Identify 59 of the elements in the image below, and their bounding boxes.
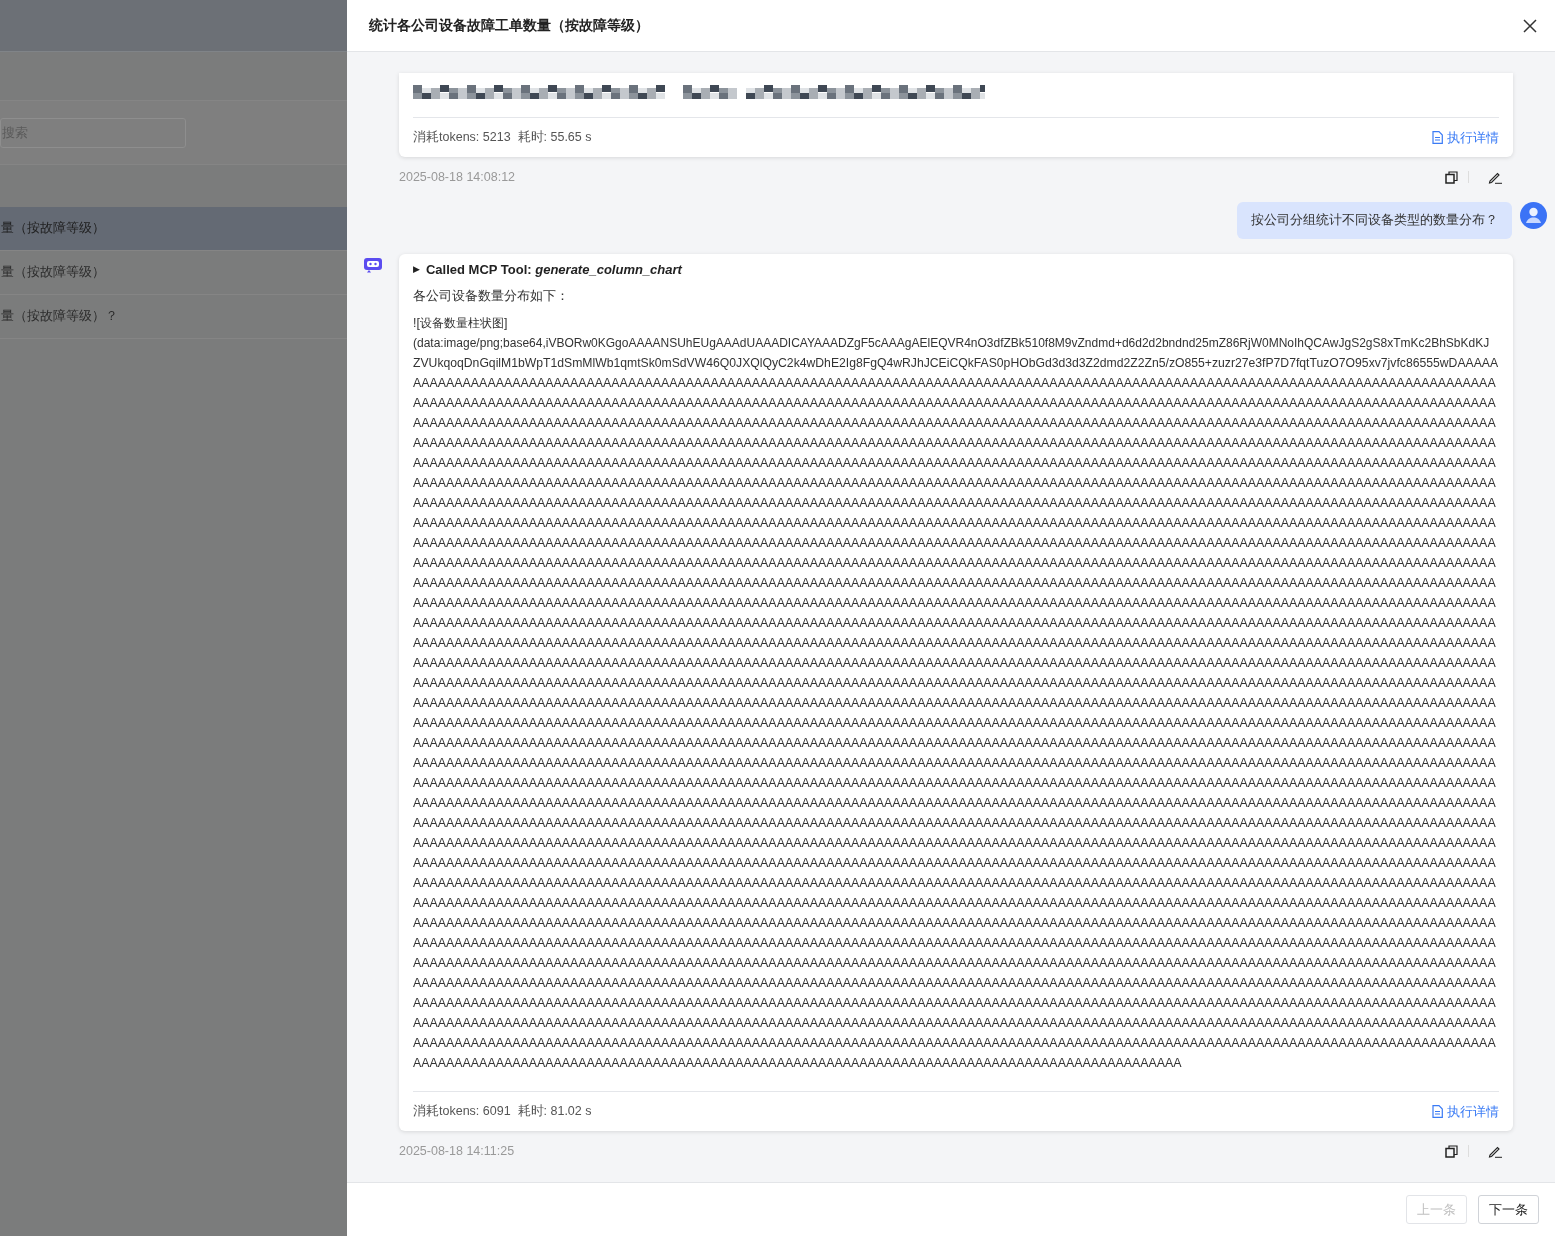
- message-text: AAAAAAAAAAAAAAAAAAAAAAAAAAAAAAAAAAAAAAAAAAAAAAAAAAAAAAAAAAAAAAAAAAAAAAAAAAAAAAAAAAAAAAAAAAAAAAAAAAAAAAAAAAAAAAAAAAAAAAAAAAAAAAAAAAA: [413, 795, 1497, 812]
- message-text: AAAAAAAAAAAAAAAAAAAAAAAAAAAAAAAAAAAAAAAAAAAAAAAAAAAAAAAAAAAAAAAAAAAAAAAAAAAAAAAAAAAAAAAAAAAAAAAAAAAAAAAAAAAAAAAAAAAAAAAAAAAAAAAAAAA: [413, 755, 1497, 772]
- edit-icon[interactable]: [1487, 170, 1503, 184]
- message-text: AAAAAAAAAAAAAAAAAAAAAAAAAAAAAAAAAAAAAAAAAAAAAAAAAAAAAAAAAAAAAAAAAAAAAAAAAAAAAAAAAAAAAAAAAAAAAAAAAAAAAAAAAAAAAAAAAAAAAAAAAAAAAAAAAAA: [413, 915, 1497, 932]
- usage-stats: 消耗tokens: 5213 耗时: 55.65 s: [413, 129, 592, 147]
- copy-icon[interactable]: [1445, 1144, 1458, 1158]
- document-icon: [1432, 131, 1443, 144]
- message-text: AAAAAAAAAAAAAAAAAAAAAAAAAAAAAAAAAAAAAAAAAAAAAAAAAAAAAAAAAAAAAAAAAAAAAAAAAAAAAAAAAAAAAAAAAAAAAAAAAAAAAAAAAAAAAAAAAAAAAAAAAAAAAAAAAAA: [413, 375, 1497, 392]
- message-text: AAAAAAAAAAAAAAAAAAAAAAAAAAAAAAAAAAAAAAAAAAAAAAAAAAAAAAAAAAAAAAAAAAAAAAAAAAAAAAAAAAAAAAAAAAAAAAAAAAAAAAAAAAAAAAAAAAAAAAAAAAAAAAAAAAA: [413, 595, 1497, 612]
- avatar-icon: [1520, 202, 1547, 229]
- message-text: AAAAAAAAAAAAAAAAAAAAAAAAAAAAAAAAAAAAAAAAAAAAAAAAAAAAAAAAAAAAAAAAAAAAAAAAAAAAAAAAAAAAAAAAAAAAAAAAAAAAAAAAAAAAAAAAAAAAAAAAAAAAAAAAAAA: [413, 715, 1497, 732]
- message-text: AAAAAAAAAAAAAAAAAAAAAAAAAAAAAAAAAAAAAAAAAAAAAAAAAAAAAAAAAAAAAAAAAAAAAAAAAAAAAAAAAAAAAAAAAAAAAAAAAAAAAAAAAAAAAAAAAAAAAAAAAAAAAAAAAAA: [413, 675, 1497, 692]
- message-text: AAAAAAAAAAAAAAAAAAAAAAAAAAAAAAAAAAAAAAAAAAAAAAAAAAAAAAAAAAAAAAAAAAAAAAAAAAAAAAAAAAAAAAAAAAAAAAAAAAAAAAAAAAAAAAAAAAAAAAAAAAAAAAAAAAA: [413, 615, 1497, 632]
- message-text: AAAAAAAAAAAAAAAAAAAAAAAAAAAAAAAAAAAAAAAAAAAAAAAAAAAAAAAAAAAAAAAAAAAAAAAAAAAAAAAAAAAAAAAAAAAAAAAAAAAAAAAAAAAAAAAAAAAAAAAAAAAAAAAAAAA: [413, 835, 1497, 852]
- message-text: AAAAAAAAAAAAAAAAAAAAAAAAAAAAAAAAAAAAAAAAAAAAAAAAAAAAAAAAAAAAAAAAAAAAAAAAAAAAAAAAAAAAAAAAAAAAAAAAAAAAAAAAAAAAAAAAAAAAAAAAAAAAAAAAAAA: [413, 1035, 1497, 1052]
- message-text: ![设备数量柱状图]: [413, 315, 509, 332]
- timestamp: 2025-08-18 14:08:12: [399, 168, 516, 186]
- message-text: AAAAAAAAAAAAAAAAAAAAAAAAAAAAAAAAAAAAAAAAAAAAAAAAAAAAAAAAAAAAAAAAAAAAAAAAAAAAAAAAAAAAAAAAAAAAAAAAAAAAAAAAAAAAAAAAAAAAAAAAAAAAAAAAAAA: [413, 875, 1497, 892]
- message-text: AAAAAAAAAAAAAAAAAAAAAAAAAAAAAAAAAAAAAAAAAAAAAAAAAAAAAAAAAAAAAAAAAAAAAAAAAAAAAAAAAAAAAAAAAAAAAAAAAAAAAAAAAAAAAAAAAAAAAAAAAAAAAAAAAAA: [413, 455, 1497, 472]
- message-text: 各公司设备数量分布如下：: [413, 286, 570, 305]
- message-text: AAAAAAAAAAAAAAAAAAAAAAAAAAAAAAAAAAAAAAAAAAAAAAAAAAAAAAAAAAAAAAAAAAAAAAAAAAAAAAAAAAAAAAAAAAAAAAAAAAAAAAAAAAAAAAAAAAAAAAAAAAAAAAAAAAA: [413, 655, 1497, 672]
- message-text: AAAAAAAAAAAAAAAAAAAAAAAAAAAAAAAAAAAAAAAAAAAAAAAAAAAAAAAAAAAAAAAAAAAAAAAAAAAAAAAAAAAAAAAAAAAAAAAAAAAAAAAAAAAAAAAAAAAAAAAAAAAAAAAAAAA: [413, 995, 1497, 1012]
- message-text: AAAAAAAAAAAAAAAAAAAAAAAAAAAAAAAAAAAAAAAAAAAAAAAAAAAAAAAAAAAAAAAAAAAAAAAAAAAAAAAAAAAAAAAAAAAAAAAAAAAAAAAAAAAAAAAAAAAAAAAAAAAAAAAAAAA: [413, 535, 1497, 552]
- message-text: AAAAAAAAAAAAAAAAAAAAAAAAAAAAAAAAAAAAAAAAAAAAAAAAAAAAAAAAAAAAAAAAAAAAAAAAAAAAAAAAAAAAAAAAAAAAAAAAAAAAAAAAAAAAAAAAAAAAAAAAAAAAAAAAAAA: [413, 735, 1497, 752]
- message-text: (data:image/png;base64,iVBORw0KGgoAAAANSUhEUgAAAdUAAADICAYAAADZgF5cAAAgAElEQVR4nO3dfZBk510f8M9vZndmd+d6d2d2bndnd25mZ86RjW0MNoIhQCAwJgS2gS8xTmKc2BhSbKdKJ: [413, 335, 1491, 352]
- message-text: AAAAAAAAAAAAAAAAAAAAAAAAAAAAAAAAAAAAAAAAAAAAAAAAAAAAAAAAAAAAAAAAAAAAAAAAAAAAAAAAAAAAAAAAAAAAAAAAAAAAAAAAAAAAAAAAAAAAAAAAAAAAAAAAAAA: [413, 775, 1497, 792]
- message-text: AAAAAAAAAAAAAAAAAAAAAAAAAAAAAAAAAAAAAAAAAAAAAAAAAAAAAAAAAAAAAAAAAAAAAAAAAAAAAAAAAAAAAAAAAAAAA: [413, 1055, 1183, 1072]
- message-text: AAAAAAAAAAAAAAAAAAAAAAAAAAAAAAAAAAAAAAAAAAAAAAAAAAAAAAAAAAAAAAAAAAAAAAAAAAAAAAAAAAAAAAAAAAAAAAAAAAAAAAAAAAAAAAAAAAAAAAAAAAAAAAAAAAA: [413, 815, 1497, 832]
- robot-icon: [363, 257, 383, 273]
- message-text: ZVUkqoqDnGqilM1bWpT1dSmMlWb1qmtSk0mSdVW46Q0JXQlQyC2k4wDhE2Ig8FgQ4wRJhJCEiCQkFAS0pHObGd3d3d3Z2dmd2Z2Zn5/zO855+zuzr27e3fP7D7fqtTuzO7O95xv7jvfc86555wDAAAAA: [413, 355, 1499, 372]
- history-item[interactable]: 量（按故障等级）: [0, 207, 347, 251]
- close-icon[interactable]: [1523, 18, 1537, 33]
- details-link[interactable]: 执行详情: [1432, 127, 1499, 148]
- message-text: AAAAAAAAAAAAAAAAAAAAAAAAAAAAAAAAAAAAAAAAAAAAAAAAAAAAAAAAAAAAAAAAAAAAAAAAAAAAAAAAAAAAAAAAAAAAAAAAAAAAAAAAAAAAAAAAAAAAAAAAAAAAAAAAAAA: [413, 515, 1497, 532]
- message-text: AAAAAAAAAAAAAAAAAAAAAAAAAAAAAAAAAAAAAAAAAAAAAAAAAAAAAAAAAAAAAAAAAAAAAAAAAAAAAAAAAAAAAAAAAAAAAAAAAAAAAAAAAAAAAAAAAAAAAAAAAAAAAAAAAAA: [413, 635, 1497, 652]
- message-text: AAAAAAAAAAAAAAAAAAAAAAAAAAAAAAAAAAAAAAAAAAAAAAAAAAAAAAAAAAAAAAAAAAAAAAAAAAAAAAAAAAAAAAAAAAAAAAAAAAAAAAAAAAAAAAAAAAAAAAAAAAAAAAAAAAA: [413, 435, 1497, 452]
- message-text: AAAAAAAAAAAAAAAAAAAAAAAAAAAAAAAAAAAAAAAAAAAAAAAAAAAAAAAAAAAAAAAAAAAAAAAAAAAAAAAAAAAAAAAAAAAAAAAAAAAAAAAAAAAAAAAAAAAAAAAAAAAAAAAAAAA: [413, 975, 1497, 992]
- usage-stats: 消耗tokens: 6091 耗时: 81.02 s: [413, 1103, 592, 1121]
- next-button[interactable]: 下一条: [1478, 1195, 1539, 1224]
- document-icon: [1432, 1105, 1443, 1118]
- message-text: AAAAAAAAAAAAAAAAAAAAAAAAAAAAAAAAAAAAAAAAAAAAAAAAAAAAAAAAAAAAAAAAAAAAAAAAAAAAAAAAAAAAAAAAAAAAAAAAAAAAAAAAAAAAAAAAAAAAAAAAAAAAAAAAAAA: [413, 955, 1497, 972]
- message-text: AAAAAAAAAAAAAAAAAAAAAAAAAAAAAAAAAAAAAAAAAAAAAAAAAAAAAAAAAAAAAAAAAAAAAAAAAAAAAAAAAAAAAAAAAAAAAAAAAAAAAAAAAAAAAAAAAAAAAAAAAAAAAAAAAAA: [413, 855, 1497, 872]
- message-text: AAAAAAAAAAAAAAAAAAAAAAAAAAAAAAAAAAAAAAAAAAAAAAAAAAAAAAAAAAAAAAAAAAAAAAAAAAAAAAAAAAAAAAAAAAAAAAAAAAAAAAAAAAAAAAAAAAAAAAAAAAAAAAAAAAA: [413, 935, 1497, 952]
- message-text: AAAAAAAAAAAAAAAAAAAAAAAAAAAAAAAAAAAAAAAAAAAAAAAAAAAAAAAAAAAAAAAAAAAAAAAAAAAAAAAAAAAAAAAAAAAAAAAAAAAAAAAAAAAAAAAAAAAAAAAAAAAAAAAAAAA: [413, 575, 1497, 592]
- message-text: AAAAAAAAAAAAAAAAAAAAAAAAAAAAAAAAAAAAAAAAAAAAAAAAAAAAAAAAAAAAAAAAAAAAAAAAAAAAAAAAAAAAAAAAAAAAAAAAAAAAAAAAAAAAAAAAAAAAAAAAAAAAAAAAAAA: [413, 395, 1497, 412]
- message-text: AAAAAAAAAAAAAAAAAAAAAAAAAAAAAAAAAAAAAAAAAAAAAAAAAAAAAAAAAAAAAAAAAAAAAAAAAAAAAAAAAAAAAAAAAAAAAAAAAAAAAAAAAAAAAAAAAAAAAAAAAAAAAAAAAAA: [413, 475, 1497, 492]
- drawer-title: 统计各公司设备故障工单数量（按故障等级）: [369, 16, 649, 35]
- edit-icon[interactable]: [1487, 1144, 1503, 1158]
- message-text: AAAAAAAAAAAAAAAAAAAAAAAAAAAAAAAAAAAAAAAAAAAAAAAAAAAAAAAAAAAAAAAAAAAAAAAAAAAAAAAAAAAAAAAAAAAAAAAAAAAAAAAAAAAAAAAAAAAAAAAAAAAAAAAAAAA: [413, 1015, 1497, 1032]
- copy-icon[interactable]: [1445, 170, 1458, 184]
- details-link[interactable]: 执行详情: [1432, 1101, 1499, 1122]
- message-text: AAAAAAAAAAAAAAAAAAAAAAAAAAAAAAAAAAAAAAAAAAAAAAAAAAAAAAAAAAAAAAAAAAAAAAAAAAAAAAAAAAAAAAAAAAAAAAAAAAAAAAAAAAAAAAAAAAAAAAAAAAAAAAAAAAA: [413, 695, 1497, 712]
- message-text: AAAAAAAAAAAAAAAAAAAAAAAAAAAAAAAAAAAAAAAAAAAAAAAAAAAAAAAAAAAAAAAAAAAAAAAAAAAAAAAAAAAAAAAAAAAAAAAAAAAAAAAAAAAAAAAAAAAAAAAAAAAAAAAAAAA: [413, 495, 1497, 512]
- tool-call-toggle[interactable]: ▶ Called MCP Tool: generate_column_chart: [413, 260, 1499, 280]
- message-text: AAAAAAAAAAAAAAAAAAAAAAAAAAAAAAAAAAAAAAAAAAAAAAAAAAAAAAAAAAAAAAAAAAAAAAAAAAAAAAAAAAAAAAAAAAAAAAAAAAAAAAAAAAAAAAAAAAAAAAAAAAAAAAAAAAA: [413, 415, 1497, 432]
- user-message: 按公司分组统计不同设备类型的数量分布？: [1237, 202, 1512, 239]
- message-text: AAAAAAAAAAAAAAAAAAAAAAAAAAAAAAAAAAAAAAAAAAAAAAAAAAAAAAAAAAAAAAAAAAAAAAAAAAAAAAAAAAAAAAAAAAAAAAAAAAAAAAAAAAAAAAAAAAAAAAAAAAAAAAAAAAA: [413, 895, 1497, 912]
- timestamp: 2025-08-18 14:11:25: [399, 1142, 515, 1160]
- message-text: AAAAAAAAAAAAAAAAAAAAAAAAAAAAAAAAAAAAAAAAAAAAAAAAAAAAAAAAAAAAAAAAAAAAAAAAAAAAAAAAAAAAAAAAAAAAAAAAAAAAAAAAAAAAAAAAAAAAAAAAAAAAAAAAAAA: [413, 555, 1497, 572]
